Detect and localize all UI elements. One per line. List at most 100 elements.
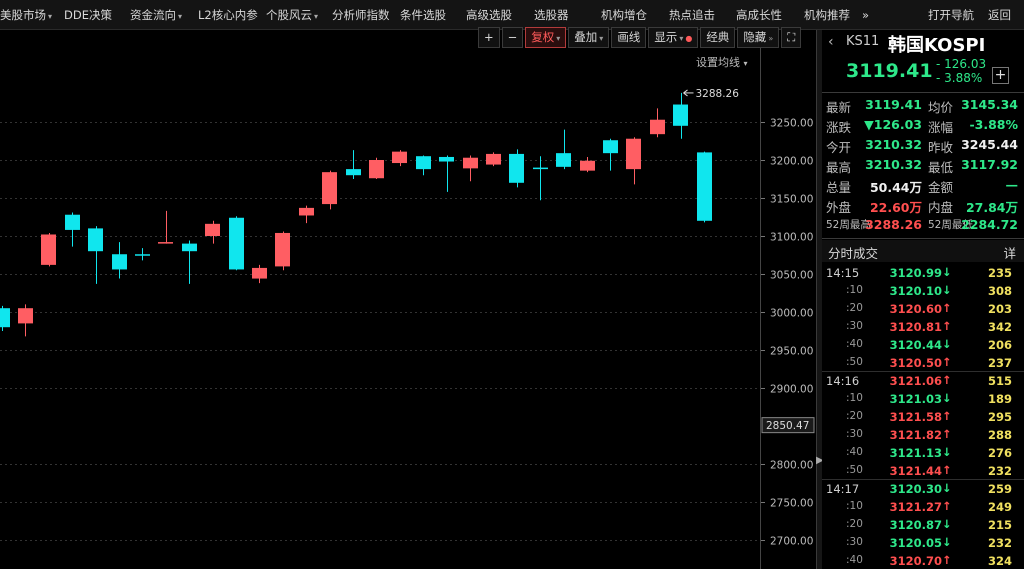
ticks-detail-button[interactable]: 详 bbox=[1003, 243, 1016, 262]
chart-toolbar: + − 复权 ▾ 叠加 ▾ 画线 显示 ▾ ● 经典 隐藏» ⛶ bbox=[478, 27, 803, 48]
add-watchlist-button[interactable]: + bbox=[992, 67, 1009, 84]
tick-price: 3121.13 bbox=[889, 446, 942, 460]
y-axis-tick-label: 3200.00 bbox=[770, 156, 813, 168]
menu-item-7[interactable]: 高级选股 bbox=[466, 0, 512, 30]
stat-label: 涨幅 bbox=[928, 120, 954, 135]
tick-volume: 276 bbox=[987, 446, 1012, 460]
tick-row: :20 3121.58 ↑ 295 bbox=[822, 408, 1024, 426]
tick-time: 14:15 bbox=[826, 266, 860, 280]
y-axis-tick-label: 2950.00 bbox=[770, 346, 813, 358]
double-chevron-icon: » bbox=[768, 34, 774, 43]
chevron-down-icon: ▾ bbox=[679, 34, 684, 43]
stat-label: 总量 bbox=[826, 180, 852, 195]
candlestick-chart[interactable]: 3250.00 3200.00 3150.00 3100.00 3050.00 3000.… bbox=[0, 30, 816, 569]
expand-icon: ⛶ bbox=[787, 30, 796, 44]
tick-price: 3121.03 bbox=[889, 392, 942, 406]
stat-row: 最新 3119.41 均价 3145.34 bbox=[822, 96, 1024, 115]
hide-button[interactable]: 隐藏» bbox=[737, 27, 780, 48]
menu-item-label: 个股风云 bbox=[266, 8, 312, 22]
tick-time: 14:16 bbox=[826, 374, 860, 388]
ticks-title: 分时成交 bbox=[828, 246, 879, 261]
tick-time: :10 bbox=[846, 284, 863, 296]
menu-item-label: 高级选股 bbox=[466, 8, 512, 22]
y-axis-tick-label: 3100.00 bbox=[770, 232, 813, 244]
menu-item-9[interactable]: 机构增仓 bbox=[601, 0, 647, 30]
menu-item-15[interactable]: 返回 bbox=[988, 0, 1011, 30]
tick-price: 3121.44 bbox=[889, 464, 942, 478]
ma-settings-button[interactable]: 设置均线 ▾ bbox=[696, 54, 748, 70]
zoom-out-button[interactable]: − bbox=[501, 27, 524, 48]
menu-item-12[interactable]: 机构推荐 bbox=[804, 0, 850, 30]
arrow-up-icon: ↑ bbox=[942, 427, 952, 441]
classic-button[interactable]: 经典 bbox=[700, 27, 736, 48]
menu-item-4[interactable]: 个股风云 ▾ bbox=[266, 0, 318, 30]
tick-row: :30 3120.81 ↑ 342 bbox=[822, 318, 1024, 336]
display-button[interactable]: 显示 ▾ ● bbox=[648, 27, 699, 48]
menu-item-6[interactable]: 条件选股 bbox=[400, 0, 446, 30]
tick-row: :10 3121.27 ↑ 249 bbox=[822, 498, 1024, 516]
tick-volume: 249 bbox=[987, 500, 1012, 514]
candle-body bbox=[299, 207, 314, 216]
tick-price: 3120.30 bbox=[889, 482, 942, 496]
menu-item-11[interactable]: 高成长性 bbox=[736, 0, 782, 30]
hide-label: 隐藏 bbox=[743, 30, 767, 44]
tick-time: :20 bbox=[846, 302, 863, 314]
tick-time: :40 bbox=[846, 446, 863, 458]
candle-body bbox=[275, 232, 290, 267]
display-label: 显示 bbox=[654, 30, 678, 44]
tick-time: :10 bbox=[846, 500, 863, 512]
candle-body bbox=[439, 156, 454, 162]
top-menu-bar: 美股市场 ▾ DDE决策 资金流向 ▾ L2核心内参 个股风云 ▾ 分析师指数 条件选股 高级选股选… bbox=[0, 0, 1024, 30]
overlay-button[interactable]: 叠加 ▾ bbox=[568, 27, 610, 48]
menu-item-5[interactable]: 分析师指数 bbox=[332, 0, 390, 30]
stat-value: 3119.41 bbox=[865, 97, 922, 112]
stat-value: 3145.34 bbox=[961, 97, 1018, 112]
chevron-left-icon[interactable]: ‹ bbox=[828, 34, 834, 50]
tick-volume: 203 bbox=[987, 302, 1012, 316]
fuquan-button[interactable]: 复权 ▾ bbox=[525, 27, 567, 48]
candle-body bbox=[229, 217, 244, 270]
separator bbox=[822, 92, 1024, 93]
stat-label: 最低 bbox=[928, 160, 954, 175]
tick-time: :20 bbox=[846, 518, 863, 530]
kline-chart-area[interactable]: 3250.00 3200.00 3150.00 3100.00 3050.00 3000.… bbox=[0, 30, 816, 569]
candle-body bbox=[486, 153, 501, 165]
index-name: 韩国KOSPI bbox=[888, 35, 986, 56]
menu-item-2[interactable]: 资金流向 ▾ bbox=[130, 0, 182, 30]
y-axis-tick-label: 3150.00 bbox=[770, 194, 813, 206]
chevron-down-icon: ▾ bbox=[743, 59, 748, 68]
tick-volume: 206 bbox=[987, 338, 1012, 352]
draw-line-button[interactable]: 画线 bbox=[611, 27, 647, 48]
candle-body bbox=[392, 151, 407, 164]
menu-item-1[interactable]: DDE决策 bbox=[64, 0, 112, 30]
candle-body bbox=[322, 172, 337, 205]
candle-body bbox=[112, 254, 127, 270]
tick-row: :20 3120.87 ↓ 215 bbox=[822, 516, 1024, 534]
fullscreen-button[interactable]: ⛶ bbox=[781, 27, 802, 48]
candle-body bbox=[697, 152, 712, 221]
arrow-down-icon: ↓ bbox=[942, 445, 952, 459]
candle-body bbox=[533, 167, 548, 170]
tick-row: :10 3120.10 ↓ 308 bbox=[822, 282, 1024, 300]
arrow-up-icon: ↑ bbox=[942, 463, 952, 477]
menu-item-13[interactable]: » bbox=[862, 0, 869, 30]
menu-item-3[interactable]: L2核心内参 bbox=[198, 0, 258, 30]
zoom-in-button[interactable]: + bbox=[478, 27, 500, 48]
menu-item-label: 美股市场 bbox=[0, 8, 46, 22]
stat-row: 总量 50.44万 金额 — bbox=[822, 176, 1024, 195]
menu-item-0[interactable]: 美股市场 ▾ bbox=[0, 0, 52, 30]
menu-item-8[interactable]: 选股器 bbox=[534, 0, 569, 30]
y-axis-tick-label: 2750.00 bbox=[770, 498, 813, 510]
y-axis-tick-label: 2700.00 bbox=[770, 536, 813, 548]
chevron-down-icon: ▾ bbox=[48, 12, 53, 21]
tick-time: :30 bbox=[846, 536, 863, 548]
menu-item-10[interactable]: 热点追击 bbox=[669, 0, 715, 30]
tick-volume: 515 bbox=[987, 374, 1012, 388]
tick-row: 14:17 3120.30 ↓ 259 bbox=[822, 480, 1024, 498]
tick-volume: 308 bbox=[987, 284, 1012, 298]
chevron-down-icon: ▾ bbox=[599, 34, 604, 43]
menu-item-label: 机构增仓 bbox=[601, 8, 647, 22]
tick-row: :50 3121.44 ↑ 232 bbox=[822, 462, 1024, 480]
menu-item-14[interactable]: 打开导航 bbox=[928, 0, 974, 30]
tick-price: 3120.44 bbox=[889, 338, 942, 352]
